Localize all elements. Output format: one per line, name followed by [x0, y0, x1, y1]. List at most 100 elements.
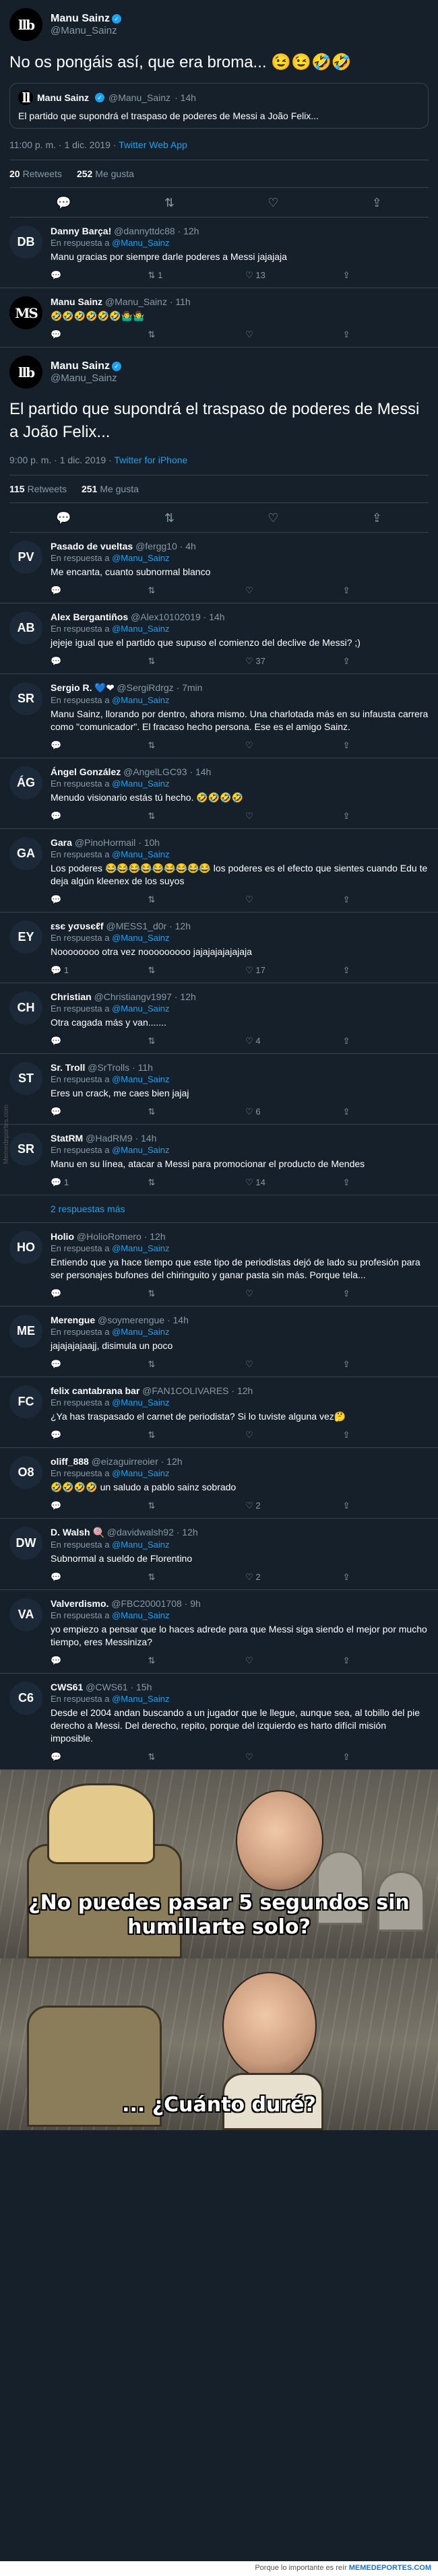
- avatar[interactable]: EY: [9, 921, 42, 954]
- avatar[interactable]: llb: [9, 356, 42, 389]
- reply-tweet[interactable]: SR Sergio R. 💙❤ @SergiRdrgz · 7min En re…: [0, 674, 438, 758]
- reply-tweet[interactable]: ST Sr. Troll @SrTrolls · 11h En respuest…: [0, 1054, 438, 1125]
- reply-icon[interactable]: 💬: [56, 196, 71, 210]
- share-icon[interactable]: ⇪: [343, 1107, 383, 1117]
- reply-tweet[interactable]: HO Holio @HolioRomero · 12h En respuesta…: [0, 1223, 438, 1307]
- reply-author[interactable]: StatRM: [51, 1133, 83, 1144]
- retweet-icon[interactable]: ⇅: [148, 329, 189, 340]
- reply-icon[interactable]: 💬: [51, 894, 91, 905]
- share-icon[interactable]: ⇪: [372, 511, 382, 525]
- retweet-count[interactable]: 115 Retweets: [9, 484, 67, 494]
- reply-icon[interactable]: 💬: [51, 1359, 91, 1370]
- reply-icon[interactable]: 💬: [51, 1288, 91, 1299]
- like-icon[interactable]: ♡: [245, 811, 286, 822]
- reply-icon[interactable]: 💬: [56, 511, 71, 525]
- retweet-icon[interactable]: ⇅: [148, 1359, 189, 1370]
- share-icon[interactable]: ⇪: [343, 585, 383, 596]
- reply-icon[interactable]: 💬: [51, 811, 91, 822]
- reply-tweet[interactable]: CH Christian @Christiangv1997 · 12h En r…: [0, 983, 438, 1054]
- reply-tweet[interactable]: VA Valverdismo. @FBC20001708 · 9h En res…: [0, 1590, 438, 1674]
- retweet-icon[interactable]: ⇅: [148, 811, 189, 822]
- mention-link[interactable]: @Manu_Sainz: [112, 1397, 169, 1408]
- reply-tweet[interactable]: DW D. Walsh 🍭 @davidwalsh92 · 12h En res…: [0, 1519, 438, 1590]
- reply-icon[interactable]: 💬: [51, 1572, 91, 1583]
- reply-author[interactable]: Alex Bergantiños: [51, 612, 128, 622]
- reply-author[interactable]: εѕє уσυsєℓf: [51, 921, 104, 931]
- share-icon[interactable]: ⇪: [343, 329, 383, 340]
- reply-tweet[interactable]: FC felix cantabrana bar @FAN1COLIVARES ·…: [0, 1377, 438, 1448]
- reply-icon[interactable]: 💬: [51, 1107, 91, 1117]
- reply-icon[interactable]: 💬: [51, 270, 91, 281]
- share-icon[interactable]: ⇪: [343, 1752, 383, 1762]
- mention-link[interactable]: @Manu_Sainz: [112, 695, 169, 705]
- retweet-icon[interactable]: ⇅: [148, 965, 189, 976]
- like-icon[interactable]: ♡ 6: [245, 1107, 286, 1117]
- share-icon[interactable]: ⇪: [343, 656, 383, 667]
- mention-link[interactable]: @Manu_Sainz: [112, 553, 169, 563]
- like-icon[interactable]: ♡: [268, 511, 278, 525]
- reply-tweet[interactable]: ÁG Ángel González @AngelLGC93 · 14h En r…: [0, 758, 438, 829]
- mention-link[interactable]: @Manu_Sainz: [112, 779, 169, 789]
- like-icon[interactable]: ♡: [245, 740, 286, 751]
- reply-icon[interactable]: 💬: [51, 1036, 91, 1047]
- avatar[interactable]: VA: [9, 1598, 42, 1631]
- author-handle[interactable]: @Manu_Sainz: [51, 372, 121, 384]
- like-icon[interactable]: ♡ 2: [245, 1572, 286, 1583]
- like-icon[interactable]: ♡: [245, 329, 286, 340]
- reply-author[interactable]: Gara: [51, 837, 72, 848]
- avatar[interactable]: O8: [9, 1456, 42, 1489]
- retweet-icon[interactable]: ⇅: [148, 1655, 189, 1666]
- share-icon[interactable]: ⇪: [343, 1572, 383, 1583]
- avatar[interactable]: GA: [9, 837, 42, 870]
- reply-author[interactable]: Danny Barça!: [51, 226, 111, 236]
- retweet-icon[interactable]: ⇅: [148, 656, 189, 667]
- mention-link[interactable]: @Manu_Sainz: [112, 933, 169, 943]
- reply-icon[interactable]: 💬: [51, 329, 91, 340]
- mention-link[interactable]: @Manu_Sainz: [112, 1003, 169, 1014]
- reply-tweet[interactable]: ME Merengue @soymerengue · 14h En respue…: [0, 1307, 438, 1377]
- avatar[interactable]: ME: [9, 1315, 42, 1348]
- avatar[interactable]: DW: [9, 1527, 42, 1560]
- share-icon[interactable]: ⇪: [343, 811, 383, 822]
- reply-icon[interactable]: 💬 1: [51, 1177, 91, 1188]
- avatar[interactable]: HO: [9, 1231, 42, 1264]
- author-handle[interactable]: @Manu_Sainz: [51, 25, 121, 36]
- reply-tweet[interactable]: MS Manu Sainz @Manu_Sainz · 11h 🤣🤣🤣🤣🤣🤣🤷‍…: [0, 288, 438, 348]
- reply-author[interactable]: Valverdismo.: [51, 1598, 108, 1609]
- reply-author[interactable]: D. Walsh 🍭: [51, 1527, 104, 1538]
- reply-author[interactable]: oliff_888: [51, 1456, 89, 1467]
- more-replies-link[interactable]: 2 respuestas más: [0, 1195, 438, 1223]
- retweet-icon[interactable]: ⇅ 1: [148, 270, 189, 281]
- reply-author[interactable]: Ángel González: [51, 766, 121, 777]
- reply-icon[interactable]: 💬: [51, 656, 91, 667]
- retweet-icon[interactable]: ⇅: [148, 894, 189, 905]
- share-icon[interactable]: ⇪: [343, 1359, 383, 1370]
- share-icon[interactable]: ⇪: [343, 1036, 383, 1047]
- share-icon[interactable]: ⇪: [343, 1500, 383, 1511]
- reply-tweet[interactable]: AB Alex Bergantiños @Alex10102019 · 14h …: [0, 603, 438, 674]
- reply-author[interactable]: Sergio R. 💙❤: [51, 682, 115, 693]
- reply-icon[interactable]: 💬: [51, 740, 91, 751]
- retweet-icon[interactable]: ⇅: [148, 1036, 189, 1047]
- mention-link[interactable]: @Manu_Sainz: [112, 1327, 169, 1337]
- avatar[interactable]: C6: [9, 1682, 42, 1715]
- mention-link[interactable]: @Manu_Sainz: [112, 1074, 169, 1084]
- share-icon[interactable]: ⇪: [343, 894, 383, 905]
- mention-link[interactable]: @Manu_Sainz: [112, 1468, 169, 1478]
- retweet-icon[interactable]: ⇅: [148, 1288, 189, 1299]
- reply-tweet[interactable]: PV Pasado de vueltas @fergg10 · 4h En re…: [0, 533, 438, 603]
- reply-tweet[interactable]: C6 CWS61 @CWS61 · 15h En respuesta a @Ma…: [0, 1674, 438, 1770]
- reply-author[interactable]: Pasado de vueltas: [51, 541, 133, 552]
- like-icon[interactable]: ♡ 37: [245, 656, 286, 667]
- avatar[interactable]: ST: [9, 1062, 42, 1095]
- mention-link[interactable]: @Manu_Sainz: [112, 624, 169, 634]
- reply-tweet[interactable]: EY εѕє уσυsєℓf @MESS1_d0r · 12h En respu…: [0, 913, 438, 983]
- like-icon[interactable]: ♡: [245, 1430, 286, 1441]
- source-link[interactable]: Twitter for iPhone: [114, 455, 187, 465]
- reply-author[interactable]: Holio: [51, 1231, 74, 1242]
- like-icon[interactable]: ♡: [245, 1655, 286, 1666]
- reply-tweet[interactable]: GA Gara @PinoHormail · 10h En respuesta …: [0, 829, 438, 913]
- reply-icon[interactable]: 💬: [51, 1655, 91, 1666]
- mention-link[interactable]: @Manu_Sainz: [112, 849, 169, 859]
- reply-author[interactable]: Christian: [51, 991, 92, 1002]
